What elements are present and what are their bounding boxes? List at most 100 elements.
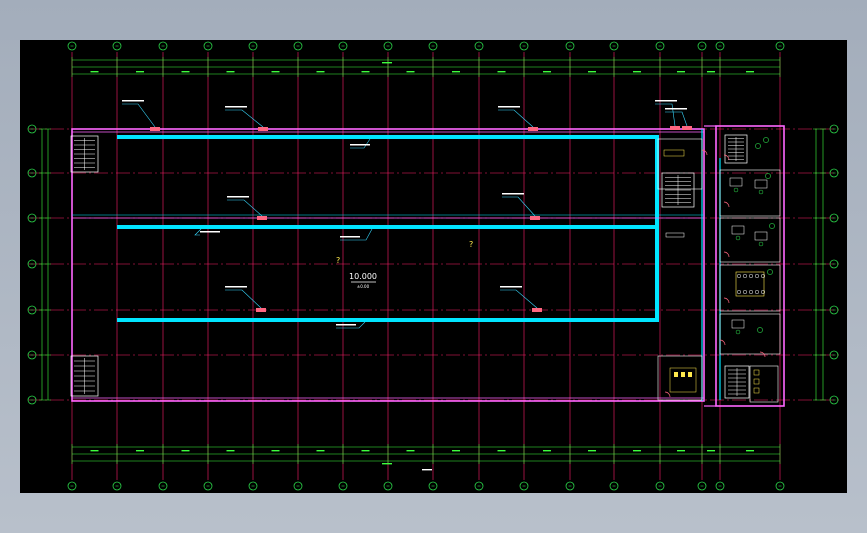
dimension-text-stub [543, 450, 551, 452]
dimension-text-stub [361, 71, 370, 73]
equipment-unit [663, 149, 685, 157]
office-chair [735, 329, 741, 335]
axis-bubble [715, 481, 725, 491]
toilet-fixture [753, 378, 760, 385]
axis-bubble [775, 41, 785, 51]
door-swing [719, 339, 726, 346]
dimension-text-stub [406, 71, 415, 73]
plant [767, 269, 773, 275]
dimension-text-stub [588, 71, 596, 73]
dimension-text-stub [633, 71, 641, 73]
dimension-text-stub [633, 450, 641, 452]
tag-text-stub [502, 193, 524, 195]
desk [731, 319, 745, 329]
axis-bubble [428, 481, 438, 491]
door-swing [723, 297, 730, 304]
door-swing [723, 201, 730, 208]
axis-bubble [697, 481, 707, 491]
axis-bubble [697, 41, 707, 51]
dimension-text-stub [271, 450, 280, 452]
equipment-pad [670, 126, 680, 130]
equipment-pad [532, 308, 542, 312]
drawing-scale-label [422, 469, 432, 471]
corridor-right-band [655, 135, 659, 322]
dimension-text-stub [136, 71, 144, 73]
meeting-table [735, 271, 765, 297]
axis-bubble [338, 481, 348, 491]
leader-line [500, 289, 538, 309]
axis-bubble [655, 481, 665, 491]
equipment-tag [225, 106, 268, 131]
axis-bubble [474, 481, 484, 491]
dimension-text-stub [136, 450, 144, 452]
floor-plan-drawing: 10.000 ±0.00 ? ? [27, 41, 840, 491]
dimension-text-stub [497, 450, 506, 452]
axis-bubble [67, 481, 77, 491]
dimension-text-stub [543, 71, 551, 73]
leader-line [655, 103, 676, 127]
axis-bubble [519, 41, 529, 51]
dimension-text-stub [746, 71, 754, 73]
equipment-pad [150, 127, 160, 131]
door-swing [759, 351, 766, 358]
dimension-text-stub [677, 71, 685, 73]
stair-northwest [70, 135, 99, 173]
tag-text-stub [350, 144, 370, 146]
axis-bubble [519, 481, 529, 491]
overall-dimension-label [382, 62, 392, 64]
axis-bubble [715, 41, 725, 51]
equipment-pad [528, 127, 538, 131]
cad-viewport[interactable]: 10.000 ±0.00 ? ? [20, 40, 847, 493]
desk [729, 177, 743, 187]
dimension-text-stub [707, 450, 715, 452]
equipment-tag [225, 286, 266, 312]
leader-line [350, 138, 371, 149]
axis-bubble [428, 41, 438, 51]
dimension-text-stub [497, 71, 506, 73]
equipment-tag [227, 196, 267, 220]
office-block-wall [715, 125, 785, 407]
tag-text-stub [227, 196, 249, 198]
dimension-text-stub [677, 450, 685, 452]
leader-line [498, 109, 534, 128]
equipment-tag [502, 193, 540, 220]
tag-text-stub [500, 286, 522, 288]
dimension-text-stub [316, 450, 325, 452]
plant [757, 327, 763, 333]
office-chair [758, 189, 764, 195]
dimension-text-stub [452, 71, 460, 73]
corridor-top-band [117, 135, 657, 139]
leader-line [225, 109, 264, 128]
leader-line [122, 103, 156, 128]
plant [755, 143, 761, 149]
chair [754, 273, 760, 279]
restroom-fixtures [669, 367, 697, 393]
leader-line [227, 199, 263, 217]
toilet-fixture [681, 372, 685, 377]
equipment-tag [655, 100, 680, 130]
dimension-text-stub [181, 71, 190, 73]
elevation-sublabel: ±0.00 [357, 284, 370, 289]
service-room-south [657, 355, 703, 401]
axis-bubble [112, 481, 122, 491]
dimension-text-stub [361, 450, 370, 452]
axis-bubble [248, 481, 258, 491]
dimension-text-stub [181, 450, 190, 452]
chair [748, 289, 754, 295]
dimension-text-stub [588, 450, 596, 452]
door-swing [723, 251, 730, 258]
axis-bubble [609, 41, 619, 51]
tag-text-stub [665, 108, 687, 110]
dimension-text-stub [707, 71, 715, 73]
corridor-middle-band [117, 225, 657, 229]
office-chair [735, 235, 741, 241]
desk [731, 225, 745, 235]
axis-bubble [565, 41, 575, 51]
tag-text-stub [225, 286, 247, 288]
equipment-pad [682, 126, 692, 130]
dimension-text-stub [90, 71, 99, 73]
plant [765, 173, 771, 179]
toilet-fixture [688, 372, 692, 377]
axis-bubble [565, 481, 575, 491]
toilet-fixture [753, 387, 760, 394]
